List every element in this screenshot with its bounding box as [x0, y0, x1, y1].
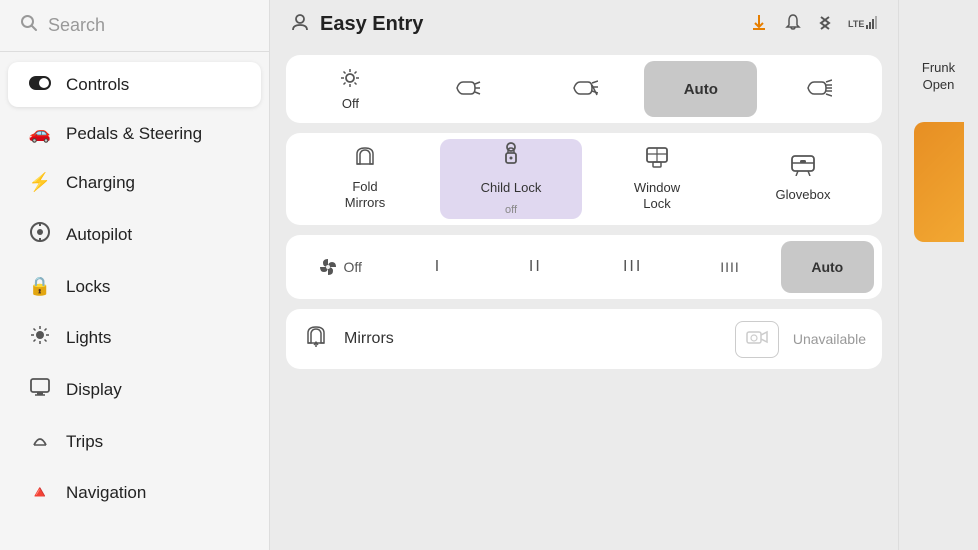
- pedals-icon: 🚗: [28, 123, 52, 144]
- side-panel: Frunk Open: [898, 0, 978, 550]
- sidebar-item-controls[interactable]: Controls: [8, 62, 261, 107]
- light-controls-row: Off: [286, 55, 882, 123]
- child-lock-sub-label: off: [505, 203, 517, 217]
- light-off-button[interactable]: Off: [294, 61, 407, 117]
- high-beam-icon: [804, 78, 832, 101]
- svg-text:LTE: LTE: [848, 19, 864, 29]
- door-controls-row: FoldMirrors Child Lock off: [286, 133, 882, 225]
- fan-4-button[interactable]: IIII: [683, 241, 776, 293]
- fan-1-label: I: [435, 258, 441, 276]
- main-content: Easy Entry: [270, 0, 898, 550]
- page-title: Easy Entry: [320, 13, 740, 36]
- unavailable-label: Unavailable: [793, 331, 866, 347]
- locks-label: Locks: [66, 277, 110, 297]
- parking-lights-button[interactable]: [411, 61, 524, 117]
- window-lock-button[interactable]: WindowLock: [586, 139, 728, 219]
- header: Easy Entry: [270, 0, 898, 47]
- frunk-section: Frunk Open: [922, 60, 955, 92]
- window-lock-label: WindowLock: [634, 180, 680, 214]
- display-label: Display: [66, 380, 122, 400]
- trips-label: Trips: [66, 432, 103, 452]
- child-lock-button[interactable]: Child Lock off: [440, 139, 582, 219]
- content-area: Off: [270, 47, 898, 550]
- search-bar[interactable]: Search: [0, 0, 269, 52]
- parking-lights-icon: [453, 78, 481, 101]
- fan-4-label: IIII: [720, 259, 740, 275]
- trips-icon: [28, 429, 52, 454]
- sidebar-item-navigation[interactable]: 🔺 Navigation: [8, 470, 261, 515]
- glovebox-button[interactable]: Glovebox: [732, 139, 874, 219]
- sidebar: Search Controls 🚗 Pedals & Steering ⚡ Ch…: [0, 0, 270, 550]
- camera-icon: [735, 321, 779, 358]
- download-icon: [750, 13, 768, 36]
- mirror-fold-icon: [302, 325, 330, 353]
- fan-1-button[interactable]: I: [391, 241, 484, 293]
- fan-off-text: Off: [343, 259, 361, 275]
- fan-3-button[interactable]: III: [586, 241, 679, 293]
- open-label: Open: [923, 77, 955, 92]
- lights-icon: [28, 325, 52, 350]
- bell-icon: [784, 13, 802, 36]
- sidebar-item-autopilot[interactable]: Autopilot: [8, 209, 261, 260]
- search-label: Search: [48, 15, 105, 36]
- child-lock-icon: [498, 141, 524, 174]
- pedals-label: Pedals & Steering: [66, 124, 202, 144]
- locks-icon: 🔒: [28, 276, 52, 297]
- sun-off-icon: [339, 67, 361, 92]
- autopilot-icon: [28, 221, 52, 248]
- charging-icon: ⚡: [28, 172, 52, 193]
- mirrors-row: Mirrors Unavailable: [286, 309, 882, 369]
- child-lock-label: Child Lock: [481, 180, 542, 197]
- mirrors-label: Mirrors: [344, 330, 721, 348]
- navigation-label: Navigation: [66, 483, 146, 503]
- car-image: [914, 122, 964, 242]
- fan-speed-row: Off I II III IIII Auto: [286, 235, 882, 299]
- lte-indicator: LTE: [848, 15, 878, 34]
- nav-items: Controls 🚗 Pedals & Steering ⚡ Charging …: [0, 52, 269, 525]
- fan-auto-button[interactable]: Auto: [781, 241, 874, 293]
- sidebar-item-pedals[interactable]: 🚗 Pedals & Steering: [8, 111, 261, 156]
- fan-2-button[interactable]: II: [489, 241, 582, 293]
- high-beam-button[interactable]: [761, 61, 874, 117]
- frunk-label: Frunk: [922, 60, 955, 75]
- charging-label: Charging: [66, 173, 135, 193]
- sidebar-item-charging[interactable]: ⚡ Charging: [8, 160, 261, 205]
- light-off-label: Off: [342, 96, 359, 111]
- person-icon: [290, 12, 310, 37]
- lights-label: Lights: [66, 328, 111, 348]
- display-icon: [28, 378, 52, 401]
- fan-off-button[interactable]: Off: [294, 241, 387, 293]
- header-icons: LTE: [750, 13, 878, 36]
- sidebar-item-trips[interactable]: Trips: [8, 417, 261, 466]
- fan-off-label: Off: [319, 258, 361, 276]
- window-lock-icon: [644, 145, 670, 174]
- glovebox-icon: [790, 154, 816, 181]
- fan-2-label: II: [529, 258, 542, 276]
- light-auto-label: Auto: [684, 81, 718, 98]
- sidebar-item-display[interactable]: Display: [8, 366, 261, 413]
- fold-mirrors-icon: [352, 146, 378, 173]
- sidebar-item-locks[interactable]: 🔒 Locks: [8, 264, 261, 309]
- low-beam-button[interactable]: [528, 61, 641, 117]
- sidebar-item-lights[interactable]: Lights: [8, 313, 261, 362]
- controls-icon: [28, 74, 52, 95]
- low-beam-icon: [570, 78, 598, 101]
- controls-label: Controls: [66, 75, 129, 95]
- search-icon: [20, 14, 38, 37]
- glovebox-label: Glovebox: [776, 187, 831, 204]
- navigation-icon: 🔺: [28, 482, 52, 503]
- fan-3-label: III: [623, 258, 642, 276]
- fan-auto-label: Auto: [811, 259, 843, 275]
- bluetooth-icon: [818, 13, 832, 36]
- fold-mirrors-button[interactable]: FoldMirrors: [294, 139, 436, 219]
- autopilot-label: Autopilot: [66, 225, 132, 245]
- fold-mirrors-label: FoldMirrors: [345, 179, 385, 213]
- light-auto-button[interactable]: Auto: [644, 61, 757, 117]
